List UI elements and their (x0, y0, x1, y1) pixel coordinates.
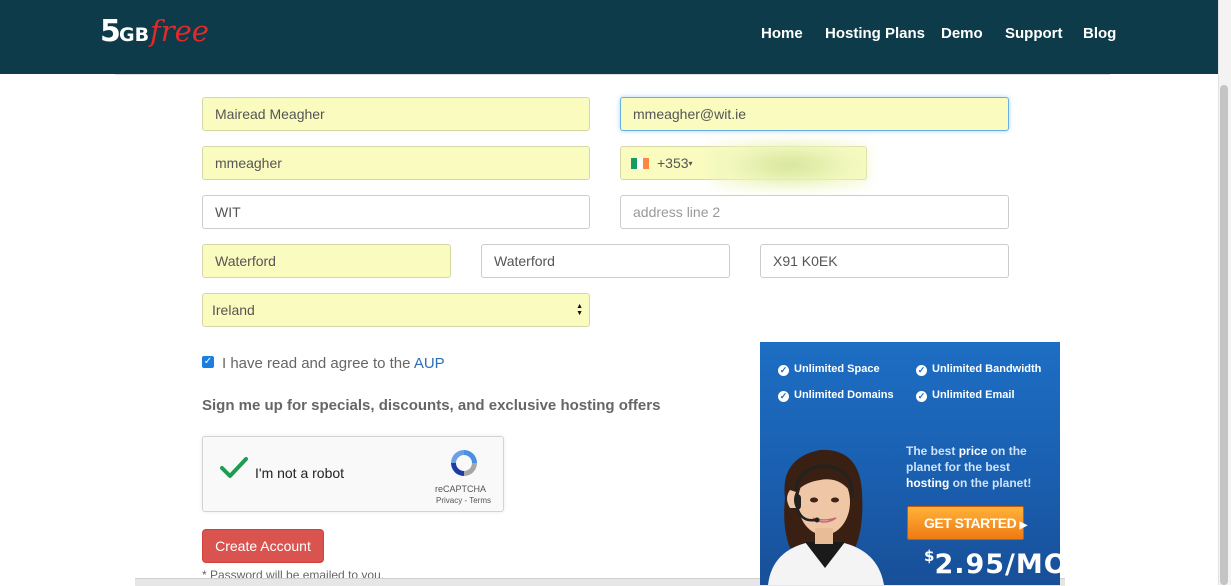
recaptcha-checkmark-icon[interactable] (219, 455, 249, 481)
phone-country-code[interactable]: +353 (657, 155, 689, 171)
city-input[interactable]: Waterford (202, 244, 451, 278)
ad-price: $2.95/MO (924, 547, 1060, 580)
ad-tagline: The best price on the planet for the bes… (906, 443, 1056, 491)
aup-link[interactable]: AUP (414, 355, 445, 372)
navbar: 5 GB free Home Hosting Plans Demo Suppor… (0, 0, 1218, 74)
ireland-flag-icon[interactable] (631, 158, 649, 169)
logo-gb: GB (119, 24, 150, 46)
ad-tag-price: price (958, 444, 988, 458)
aup-label: I have read and agree to the AUP (222, 355, 445, 372)
logo-five: 5 (100, 14, 121, 49)
signup-offers-label[interactable]: Sign me up for specials, discounts, and … (202, 397, 660, 414)
aup-checkbox[interactable]: ✓ (202, 356, 214, 368)
caret-down-icon: ▾ (688, 159, 693, 168)
logo-free: free (150, 14, 209, 48)
recaptcha-terms-link[interactable]: Terms (469, 496, 491, 505)
recaptcha-logo-icon (451, 450, 477, 476)
ad-price-value: 2.95/MO (934, 549, 1060, 580)
check-circle-icon: ✓ (916, 365, 927, 376)
ad-feature-email-label: Unlimited Email (932, 389, 1015, 401)
select-arrows-icon: ▲ ▼ (576, 303, 583, 317)
address-line-2-input[interactable]: address line 2 (620, 195, 1009, 229)
state-input[interactable]: Waterford (481, 244, 730, 278)
postcode-input[interactable]: X91 K0EK (760, 244, 1009, 278)
address-line-1-input[interactable]: WIT (202, 195, 590, 229)
recaptcha-links: Privacy - Terms (436, 496, 491, 505)
nav-blog[interactable]: Blog (1083, 25, 1116, 42)
nav-home[interactable]: Home (761, 25, 803, 42)
country-select-value: Ireland (212, 302, 255, 318)
support-agent-image (768, 449, 884, 585)
ad-feature-domains-label: Unlimited Domains (794, 389, 894, 401)
ad-feature-bandwidth: ✓ Unlimited Bandwidth (916, 363, 1041, 376)
phone-number-redacted (710, 140, 870, 190)
ad-feature-domains: ✓ Unlimited Domains (778, 389, 894, 402)
address-line-2-placeholder: address line 2 (633, 204, 721, 220)
hosting-ad-banner[interactable]: ✓ Unlimited Space ✓ Unlimited Bandwidth ✓ U… (760, 342, 1060, 585)
recaptcha-label: I'm not a robot (255, 465, 345, 481)
create-account-button[interactable]: Create Account (202, 529, 324, 563)
nav-hosting-plans[interactable]: Hosting Plans (825, 25, 925, 42)
recaptcha-widget: I'm not a robot reCAPTCHA Privacy - Term… (202, 436, 504, 512)
ad-tag-post: on the planet! (952, 476, 1032, 490)
ad-price-currency: $ (924, 547, 935, 565)
header-divider (115, 74, 1110, 75)
ad-feature-space-label: Unlimited Space (794, 363, 880, 375)
full-name-input[interactable]: Mairead Meagher (202, 97, 590, 131)
play-arrow-icon: ▶ (1019, 520, 1028, 531)
ad-tag-pre: The best (906, 444, 956, 458)
aup-text: I have read and agree to the (222, 355, 411, 372)
check-circle-icon: ✓ (778, 391, 789, 402)
ad-feature-bandwidth-label: Unlimited Bandwidth (932, 363, 1042, 375)
email-input[interactable]: mmeagher@wit.ie (620, 97, 1009, 131)
get-started-label: GET STARTED (924, 515, 1017, 531)
get-started-button[interactable]: GET STARTED ▶ (907, 506, 1028, 540)
scrollbar-thumb[interactable] (1220, 85, 1228, 585)
nav-support[interactable]: Support (1005, 25, 1063, 42)
ad-feature-email: ✓ Unlimited Email (916, 389, 1015, 402)
username-input[interactable]: mmeagher (202, 146, 590, 180)
country-select[interactable]: Ireland ▲ ▼ (202, 293, 590, 327)
check-circle-icon: ✓ (778, 365, 789, 376)
recaptcha-brand: reCAPTCHA (435, 484, 487, 494)
check-circle-icon: ✓ (916, 391, 927, 402)
recaptcha-privacy-link[interactable]: Privacy (436, 496, 462, 505)
ad-tag-hosting: hosting (906, 476, 950, 490)
nav-demo[interactable]: Demo (941, 25, 983, 42)
ad-feature-space: ✓ Unlimited Space (778, 363, 880, 376)
